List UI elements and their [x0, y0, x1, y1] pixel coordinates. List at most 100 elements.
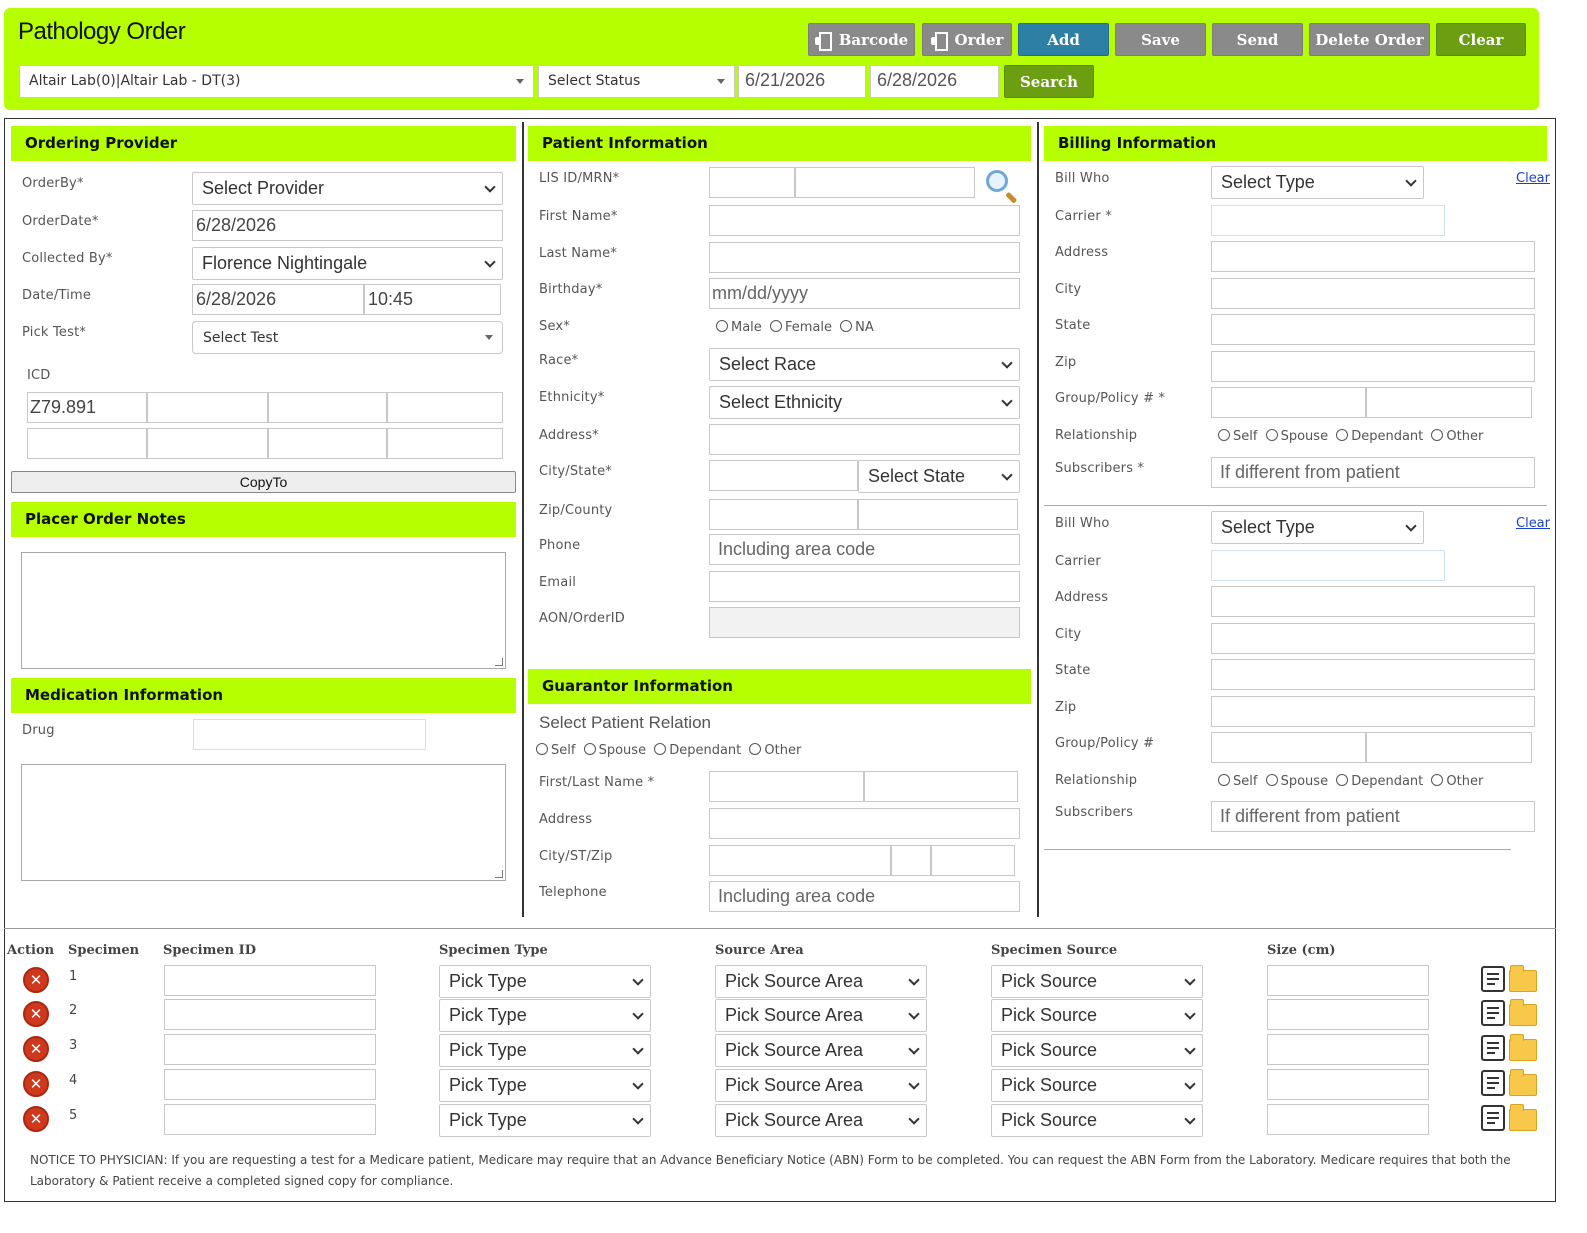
add-button[interactable]: Add [1018, 23, 1109, 56]
order-print-button[interactable]: Order [922, 23, 1012, 56]
guarantor-telephone-input[interactable]: Including area code [709, 881, 1020, 912]
size-input[interactable] [1267, 1069, 1429, 1100]
folder-icon[interactable] [1509, 999, 1537, 1026]
resize-handle-icon[interactable] [495, 658, 503, 666]
source-area-select[interactable]: Pick Source Area [715, 1034, 927, 1067]
city-input[interactable] [709, 460, 858, 491]
group-input[interactable] [1211, 387, 1366, 418]
size-input[interactable] [1267, 1034, 1429, 1065]
folder-icon[interactable] [1509, 965, 1537, 992]
group-2-input[interactable] [1211, 732, 1366, 763]
billing-radio-spouse[interactable]: Spouse [1265, 429, 1332, 444]
icd-input-2[interactable] [147, 392, 268, 423]
carrier-input[interactable] [1211, 205, 1445, 236]
folder-icon[interactable] [1509, 1034, 1537, 1061]
specimen-source-select[interactable]: Pick Source [991, 1104, 1203, 1137]
delete-specimen-icon[interactable]: ✕ [23, 1001, 49, 1027]
billing-clear-link[interactable]: Clear [1516, 171, 1550, 186]
source-area-select[interactable]: Pick Source Area [715, 1069, 927, 1102]
ethnicity-select[interactable]: Select Ethnicity [709, 386, 1020, 419]
collection-date-input[interactable]: 6/28/2026 [192, 284, 364, 315]
carrier-2-input[interactable] [1211, 550, 1445, 581]
specimen-type-select[interactable]: Pick Type [439, 1034, 651, 1067]
edit-note-icon[interactable] [1481, 1035, 1505, 1061]
drug-input[interactable] [193, 719, 426, 750]
placer-notes-textarea[interactable] [21, 552, 506, 669]
search-button[interactable]: Search [1004, 65, 1094, 98]
date-to-input[interactable]: 6/28/2026 [870, 65, 999, 98]
billing-2-state-input[interactable] [1211, 659, 1535, 690]
billing-state-input[interactable] [1211, 314, 1535, 345]
icd-input-6[interactable] [147, 428, 268, 459]
billing-zip-input[interactable] [1211, 351, 1535, 382]
billing-2-address-input[interactable] [1211, 586, 1535, 617]
subscribers-2-input[interactable]: If different from patient [1211, 801, 1535, 832]
last-name-input[interactable] [709, 242, 1020, 273]
guarantor-state-input[interactable] [891, 845, 931, 876]
save-button[interactable]: Save [1115, 23, 1206, 56]
copyto-button[interactable]: CopyTo [11, 471, 516, 493]
delete-specimen-icon[interactable]: ✕ [23, 1106, 49, 1132]
specimen-id-input[interactable] [164, 965, 376, 996]
specimen-source-select[interactable]: Pick Source [991, 999, 1203, 1032]
zip-input[interactable] [709, 499, 858, 530]
guarantor-first-name-input[interactable] [709, 771, 864, 802]
folder-icon[interactable] [1509, 1069, 1537, 1096]
delete-specimen-icon[interactable]: ✕ [23, 1036, 49, 1062]
icd-input-4[interactable] [387, 392, 503, 423]
race-select[interactable]: Select Race [709, 348, 1020, 381]
first-name-input[interactable] [709, 205, 1020, 236]
specimen-source-select[interactable]: Pick Source [991, 1069, 1203, 1102]
icd-input-1[interactable]: Z79.891 [27, 392, 147, 423]
specimen-id-input[interactable] [164, 1104, 376, 1135]
specimen-type-select[interactable]: Pick Type [439, 965, 651, 998]
address-input[interactable] [709, 424, 1020, 455]
birthday-input[interactable]: mm/dd/yyyy [709, 278, 1020, 309]
specimen-source-select[interactable]: Pick Source [991, 1034, 1203, 1067]
source-area-select[interactable]: Pick Source Area [715, 965, 927, 998]
guarantor-city-input[interactable] [709, 845, 891, 876]
resize-handle-icon[interactable] [495, 870, 503, 878]
sex-radio-female[interactable]: Female [769, 320, 836, 335]
icd-input-5[interactable] [27, 428, 147, 459]
bill-who-select[interactable]: Select Type [1211, 166, 1424, 199]
edit-note-icon[interactable] [1481, 1105, 1505, 1131]
collected-by-select[interactable]: Florence Nightingale [192, 247, 503, 280]
billing-2-radio-spouse[interactable]: Spouse [1265, 774, 1332, 789]
relation-radio-self[interactable]: Self [536, 743, 579, 758]
sex-radio-male[interactable]: Male [716, 320, 766, 335]
specimen-type-select[interactable]: Pick Type [439, 1104, 651, 1137]
state-select[interactable]: Select State [858, 460, 1020, 493]
billing-radio-dependant[interactable]: Dependant [1336, 429, 1427, 444]
specimen-type-select[interactable]: Pick Type [439, 999, 651, 1032]
size-input[interactable] [1267, 965, 1429, 996]
clear-button[interactable]: Clear [1436, 23, 1526, 56]
delete-specimen-icon[interactable]: ✕ [23, 1071, 49, 1097]
size-input[interactable] [1267, 1104, 1429, 1135]
lab-select[interactable]: Altair Lab(0)|Altair Lab - DT(3) [19, 65, 534, 98]
email-input[interactable] [709, 571, 1020, 602]
edit-note-icon[interactable] [1481, 1000, 1505, 1026]
edit-note-icon[interactable] [1481, 1070, 1505, 1096]
billing-city-input[interactable] [1211, 278, 1535, 309]
billing-radio-self[interactable]: Self [1218, 429, 1261, 444]
delete-order-button[interactable]: Delete Order [1309, 23, 1430, 56]
icd-input-8[interactable] [387, 428, 503, 459]
send-button[interactable]: Send [1212, 23, 1303, 56]
pick-test-select[interactable]: Select Test [192, 321, 503, 354]
billing-2-radio-dependant[interactable]: Dependant [1336, 774, 1427, 789]
barcode-button[interactable]: Barcode [808, 23, 915, 56]
billing-2-zip-input[interactable] [1211, 696, 1535, 727]
policy-2-input[interactable] [1366, 732, 1532, 763]
billing-2-clear-link[interactable]: Clear [1516, 516, 1550, 531]
collection-time-input[interactable]: 10:45 [364, 284, 501, 315]
policy-input[interactable] [1366, 387, 1532, 418]
size-input[interactable] [1267, 999, 1429, 1030]
specimen-id-input[interactable] [164, 1034, 376, 1065]
delete-specimen-icon[interactable]: ✕ [23, 967, 49, 993]
relation-radio-other[interactable]: Other [749, 743, 805, 758]
search-icon[interactable] [986, 170, 1008, 192]
status-select[interactable]: Select Status [538, 65, 735, 98]
specimen-source-select[interactable]: Pick Source [991, 965, 1203, 998]
billing-2-radio-other[interactable]: Other [1431, 774, 1487, 789]
